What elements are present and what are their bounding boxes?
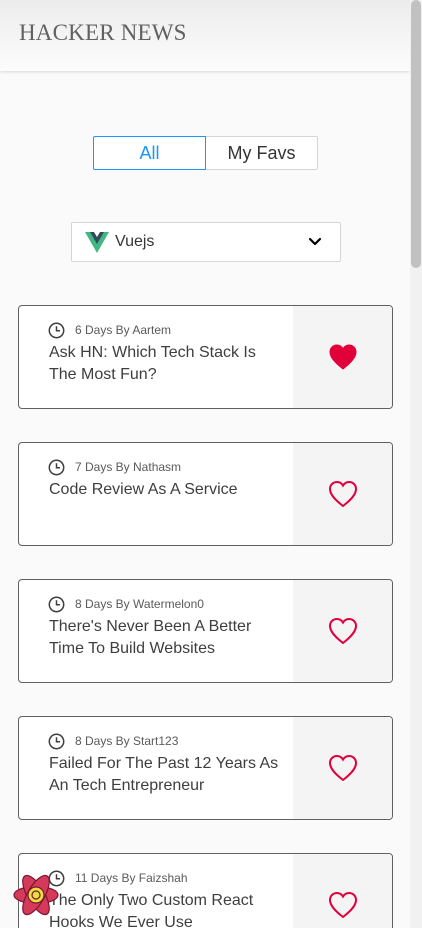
favorite-toggle[interactable]: [293, 580, 392, 682]
story-card[interactable]: 8 Days By Start123 Failed For The Past 12…: [18, 716, 393, 820]
tab-my-favs[interactable]: My Favs: [206, 136, 318, 170]
heart-filled-icon: [328, 344, 357, 370]
app-title: HACKER NEWS: [19, 20, 187, 45]
framework-select[interactable]: Vuejs: [71, 222, 341, 262]
clock-icon: [48, 322, 65, 339]
story-card[interactable]: 6 Days By Aartem Ask HN: Which Tech Stack…: [18, 305, 393, 409]
filter-tabs: All My Favs: [93, 136, 318, 170]
story-meta: 11 Days By Faizshah: [48, 870, 188, 886]
story-title[interactable]: Code Review As A Service: [49, 479, 279, 501]
heart-outline-icon: [328, 755, 357, 781]
story-time-author: 6 Days By Aartem: [75, 323, 172, 337]
favorite-toggle[interactable]: [293, 443, 392, 545]
heart-outline-icon: [328, 892, 357, 918]
framework-select-value: Vuejs: [115, 233, 155, 250]
favorite-toggle[interactable]: [293, 854, 392, 928]
story-card[interactable]: 11 Days By Faizshah The Only Two Custom R…: [18, 853, 393, 928]
story-meta: 7 Days By Nathasm: [48, 459, 181, 475]
heart-outline-icon: [328, 481, 357, 507]
clock-icon: [48, 733, 65, 750]
vue-logo-icon: [85, 231, 109, 253]
story-time-author: 11 Days By Faizshah: [75, 871, 188, 885]
story-card[interactable]: 8 Days By Watermelon0 There's Never Been …: [18, 579, 393, 683]
story-title[interactable]: The Only Two Custom React Hooks We Ever …: [49, 890, 279, 928]
story-meta: 8 Days By Start123: [48, 733, 178, 749]
story-meta: 6 Days By Aartem: [48, 322, 171, 338]
chevron-down-icon: [308, 236, 322, 248]
react-logo-icon[interactable]: [12, 871, 60, 919]
story-title[interactable]: Ask HN: Which Tech Stack Is The Most Fun…: [49, 342, 279, 386]
clock-icon: [48, 459, 65, 476]
story-time-author: 8 Days By Start123: [75, 734, 179, 748]
favorite-toggle[interactable]: [293, 717, 392, 819]
scrollbar-thumb[interactable]: [411, 0, 421, 268]
heart-outline-icon: [328, 618, 357, 644]
story-time-author: 7 Days By Nathasm: [75, 460, 182, 474]
story-meta: 8 Days By Watermelon0: [48, 596, 204, 612]
story-title[interactable]: Failed For The Past 12 Years As An Tech …: [49, 753, 279, 797]
story-card[interactable]: 7 Days By Nathasm Code Review As A Servic…: [18, 442, 393, 546]
story-title[interactable]: There's Never Been A Better Time To Buil…: [49, 616, 279, 660]
clock-icon: [48, 596, 65, 613]
favorite-toggle[interactable]: [293, 306, 392, 408]
app-header: HACKER NEWS: [0, 0, 410, 71]
story-time-author: 8 Days By Watermelon0: [75, 597, 204, 611]
tab-all[interactable]: All: [93, 136, 206, 170]
